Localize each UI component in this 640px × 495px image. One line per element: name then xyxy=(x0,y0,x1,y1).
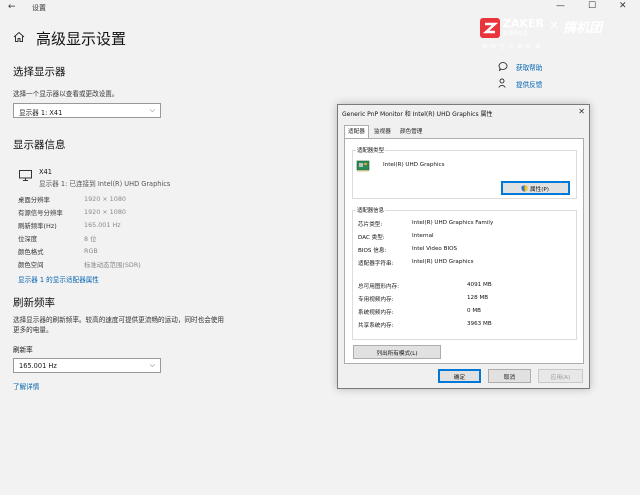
adapter-name: Intel(R) UHD Graphics xyxy=(383,162,445,168)
chevron-down-icon: ⌵ xyxy=(149,106,155,114)
chevron-down-icon: ⌵ xyxy=(149,361,155,369)
info-value: 165.001 Hz xyxy=(84,221,121,229)
info-value-bios: Intel Video BIOS xyxy=(412,246,458,252)
info-key: 有源信号分辨率 xyxy=(18,209,63,217)
minimize-button[interactable]: — xyxy=(556,1,565,11)
dialog-title: Generic PnP Monitor 和 Intel(R) UHD Graph… xyxy=(342,111,493,118)
watermark-brand2: 搞机团 xyxy=(563,21,603,36)
display-info-table: 桌面分辨率 1920 × 1080 有源信号分辨率 1920 × 1080 刷新… xyxy=(18,195,218,275)
refresh-heading: 刷新频率 xyxy=(13,297,55,309)
properties-button[interactable]: 属性(P) xyxy=(501,181,570,195)
info-value: RGB xyxy=(84,247,98,255)
info-value-dac: Internal xyxy=(412,233,434,239)
select-display-label: 选择一个显示器以查看或更改设置。 xyxy=(13,90,119,98)
info-value: 1920 × 1080 xyxy=(84,195,126,203)
watermark-sub: 新视线信息 xyxy=(503,31,529,37)
cancel-button[interactable]: 取消 xyxy=(488,369,531,383)
refresh-description-1: 选择显示器的刷新频率。较高的速度可提供更流畅的运动，同时也会使用 xyxy=(13,316,224,324)
info-value-string: Intel(R) UHD Graphics xyxy=(412,259,474,265)
info-key: 颜色格式 xyxy=(18,248,44,256)
info-key: 桌面分辨率 xyxy=(18,196,50,204)
select-display-heading: 选择显示器 xyxy=(13,66,66,78)
apply-button[interactable]: 应用(A) xyxy=(538,369,583,383)
properties-button-label: 属性(P) xyxy=(530,187,549,193)
close-button[interactable]: ✕ xyxy=(619,1,627,11)
graphics-card-icon xyxy=(356,160,370,172)
page-title: 高级显示设置 xyxy=(36,30,127,48)
info-key: 位深度 xyxy=(18,235,38,243)
tab-color-management[interactable]: 颜色管理 xyxy=(397,126,425,137)
get-help-link[interactable]: 获取帮助 xyxy=(516,62,542,72)
adapter-info-group: 适配器信息 芯片类型: Intel(R) UHD Graphics Family… xyxy=(352,206,577,340)
watermark-brand: ZAKER xyxy=(503,17,544,30)
feedback-icon xyxy=(498,78,506,88)
display-dropdown-value: 显示器 1: X41 xyxy=(19,109,63,117)
info-value: 8 位 xyxy=(84,235,97,243)
info-value: 标准动态范围(SDR) xyxy=(84,261,141,269)
title-bar: ← 设置 — ☐ ✕ xyxy=(0,0,640,16)
dialog-close-button[interactable]: ✕ xyxy=(578,107,585,116)
info-value: 1920 × 1080 xyxy=(84,208,126,216)
ok-button[interactable]: 确定 xyxy=(438,369,481,383)
info-key-dac: DAC 类型: xyxy=(358,235,385,241)
properties-dialog: Generic PnP Monitor 和 Intel(R) UHD Graph… xyxy=(337,104,590,389)
info-key: 刷新频率(Hz) xyxy=(18,222,57,230)
memory-key-total: 总可用图形内存: xyxy=(358,284,400,290)
info-key: 颜色空间 xyxy=(18,261,44,269)
watermark-tagline: 科 技 生 活 新 鲜 事 xyxy=(482,44,542,50)
info-key-chip: 芯片类型: xyxy=(358,222,383,228)
refresh-description-2: 更多的电量。 xyxy=(13,326,53,334)
back-arrow-icon[interactable]: ← xyxy=(8,2,16,12)
memory-key-dedicated: 专用视频内存: xyxy=(358,297,394,303)
adapter-type-group: 适配器类型 Intel(R) UHD Graphics 属性(P) xyxy=(352,146,577,199)
learn-more-link[interactable]: 了解详情 xyxy=(13,381,39,391)
info-key-bios: BIOS 信息: xyxy=(358,248,387,254)
display-info-heading: 显示器信息 xyxy=(13,139,66,151)
maximize-button[interactable]: ☐ xyxy=(588,1,596,11)
display-dropdown[interactable]: 显示器 1: X41 ⌵ xyxy=(13,103,161,118)
memory-key-shared: 共享系统内存: xyxy=(358,323,394,329)
list-all-modes-button[interactable]: 列出所有模式(L) xyxy=(353,345,441,359)
info-value-chip: Intel(R) UHD Graphics Family xyxy=(412,220,494,226)
memory-value-shared: 3963 MB xyxy=(467,321,492,327)
zaker-logo-icon xyxy=(480,18,500,38)
help-icon xyxy=(498,62,508,71)
adapter-type-label: 适配器类型 xyxy=(356,146,385,154)
info-key-string: 适配器字符串: xyxy=(358,261,394,267)
monitor-connection: 显示器 1: 已连接到 Intel(R) UHD Graphics xyxy=(39,180,171,188)
memory-value-dedicated: 128 MB xyxy=(467,295,489,301)
window-title: 设置 xyxy=(32,4,46,12)
tab-monitor[interactable]: 监视器 xyxy=(371,126,394,137)
watermark-times: × xyxy=(549,18,560,32)
adapter-panel: 适配器类型 Intel(R) UHD Graphics 属性(P) 适配器信息 … xyxy=(344,138,584,364)
home-icon[interactable] xyxy=(13,31,25,43)
refresh-rate-value: 165.001 Hz xyxy=(19,362,57,370)
feedback-link[interactable]: 提供反馈 xyxy=(516,79,542,89)
tab-adapter[interactable]: 适配器 xyxy=(344,125,369,138)
memory-value-system: 0 MB xyxy=(467,308,482,314)
adapter-info-label: 适配器信息 xyxy=(356,206,385,214)
memory-value-total: 4091 MB xyxy=(467,282,492,288)
memory-key-system: 系统视频内存: xyxy=(358,310,394,316)
refresh-rate-label: 刷新率 xyxy=(13,346,33,354)
refresh-rate-dropdown[interactable]: 165.001 Hz ⌵ xyxy=(13,358,161,373)
shield-icon xyxy=(521,185,528,192)
monitor-icon xyxy=(19,170,32,181)
adapter-properties-link[interactable]: 显示器 1 的显示适配器属性 xyxy=(18,274,99,284)
monitor-name: X41 xyxy=(39,168,52,176)
